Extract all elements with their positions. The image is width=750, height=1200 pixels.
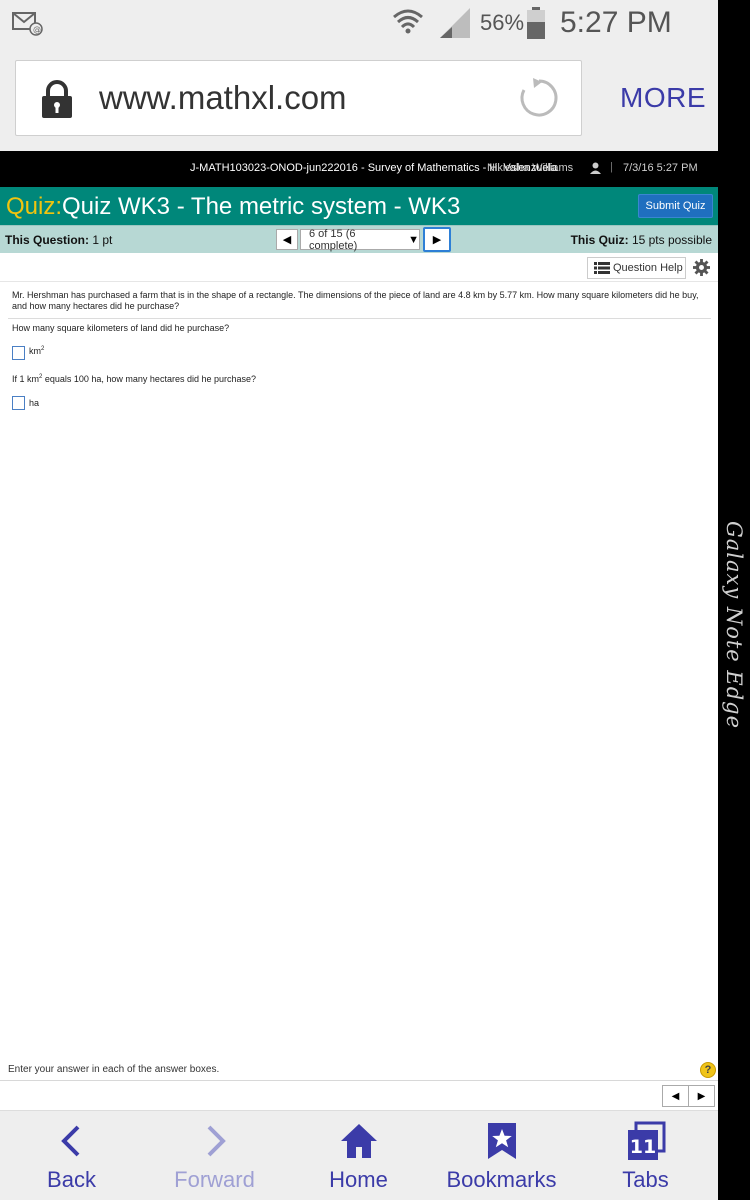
triangle-left-icon: ◀ (671, 1090, 680, 1102)
url-bar[interactable]: www.mathxl.com (15, 60, 582, 136)
signal-strength-icon (440, 8, 470, 38)
notification-mail-icon: @ (12, 12, 43, 36)
part1-prompt: How many square kilometers of land did h… (12, 323, 230, 333)
answer-instruction: Enter your answer in each of the answer … (8, 1064, 220, 1075)
gear-icon[interactable] (693, 259, 710, 276)
home-icon (340, 1124, 377, 1158)
footer-next-button[interactable]: ▶ (689, 1086, 714, 1106)
triangle-right-icon: ▶ (697, 1090, 706, 1102)
question-select-value: 6 of 15 (6 complete) (309, 227, 358, 252)
browser-toolbar: www.mathxl.com MORE (0, 48, 718, 151)
this-quiz-points: This Quiz: 15 pts possible (571, 233, 712, 247)
wifi-icon (393, 9, 423, 34)
question-select-dropdown[interactable]: 6 of 15 (6 complete) ▼ (300, 227, 420, 252)
bookmark-star-icon (487, 1123, 516, 1159)
nav-bookmarks[interactable]: Bookmarks (430, 1111, 573, 1200)
course-datetime: 7/3/16 5:27 PM (623, 162, 698, 174)
svg-text:@: @ (33, 25, 41, 34)
this-question-label: This Question: (5, 233, 89, 247)
question-help-label: Question Help (613, 262, 683, 274)
nav-forward-label: Forward (174, 1167, 255, 1192)
triangle-left-icon: ◀ (282, 234, 292, 246)
more-button[interactable]: MORE (620, 82, 706, 114)
content-divider (0, 281, 718, 282)
this-quiz-label: This Quiz: (570, 233, 629, 247)
question-info-bar: This Question: 1 pt ◀ 6 of 15 (6 complet… (0, 225, 718, 253)
answer-box-ha[interactable] (12, 396, 25, 410)
question-help-button[interactable]: Question Help (587, 257, 686, 279)
quiz-header: Quiz: Quiz WK3 - The metric system - WK3… (0, 187, 718, 225)
status-clock: 5:27 PM (560, 6, 672, 39)
part2-unit: ha (29, 398, 40, 408)
nav-back[interactable]: Back (0, 1111, 143, 1200)
nav-tabs[interactable]: 11 Tabs (574, 1111, 717, 1200)
part2-prompt: If 1 km2 equals 100 ha, how many hectare… (12, 374, 256, 384)
previous-question-button[interactable]: ◀ (276, 229, 298, 250)
part1-unit-exponent: 2 (41, 346, 45, 352)
user-name: Nikiesha Williams (487, 162, 574, 174)
user-icon (590, 162, 601, 174)
footer-prev-button[interactable]: ◀ (663, 1086, 689, 1106)
this-quiz-value: 15 pts possible (631, 233, 712, 247)
dropdown-caret-icon: ▼ (408, 233, 419, 246)
url-text[interactable]: www.mathxl.com (99, 79, 347, 117)
next-question-button[interactable]: ▶ (423, 227, 451, 252)
submit-quiz-button[interactable]: Submit Quiz (638, 194, 713, 218)
course-bar-separator: | (610, 161, 613, 173)
part2-prompt-b: equals 100 ha, how many hectares did he … (42, 374, 256, 384)
device-edge-label: Galaxy Note Edge (722, 520, 746, 730)
help-question-icon[interactable]: ? (700, 1062, 716, 1078)
chevron-left-icon (60, 1125, 79, 1157)
nav-home[interactable]: Home (287, 1111, 430, 1200)
question-text: Mr. Hershman has purchased a farm that i… (12, 290, 699, 311)
nav-tabs-label: Tabs (622, 1167, 669, 1192)
footer-divider (0, 1080, 718, 1081)
nav-bookmarks-label: Bookmarks (446, 1167, 557, 1192)
part1-unit-text: km (29, 346, 41, 356)
battery-percent: 56% (480, 10, 525, 35)
part1-unit: km2 (29, 346, 44, 356)
device-edge-label-wrap: Galaxy Note Edge (718, 500, 750, 750)
nav-home-label: Home (329, 1167, 388, 1192)
status-bar: @ 56% 5:27 PM (0, 0, 718, 48)
battery-icon (527, 7, 545, 39)
nav-forward[interactable]: Forward (143, 1111, 286, 1200)
answer-box-km2[interactable] (12, 346, 25, 360)
tabs-count: 11 (629, 1136, 655, 1158)
triangle-right-icon: ▶ (432, 234, 442, 246)
chevron-right-icon (207, 1125, 226, 1157)
browser-bottom-nav: Back Forward Home Bookmarks 11 Tabs (0, 1110, 718, 1200)
this-question-value: 1 pt (92, 233, 113, 247)
quiz-label: Quiz: (6, 193, 63, 220)
footer-pager: ◀ ▶ (662, 1085, 715, 1107)
tabs-icon: 11 (627, 1121, 665, 1160)
list-icon (594, 262, 610, 274)
question-divider (8, 318, 711, 319)
phone-screen: @ 56% 5:27 PM www.mathxl.com MORE J-MATH… (0, 0, 718, 1200)
nav-back-label: Back (47, 1167, 96, 1192)
reload-icon[interactable] (518, 77, 560, 119)
course-bar: J-MATH103023-ONOD-jun222016 - Survey of … (0, 151, 718, 187)
part2-prompt-a: If 1 km (12, 374, 40, 384)
quiz-title: Quiz WK3 - The metric system - WK3 (62, 193, 461, 220)
this-question-points: This Question: 1 pt (5, 233, 112, 247)
lock-icon (42, 80, 72, 118)
